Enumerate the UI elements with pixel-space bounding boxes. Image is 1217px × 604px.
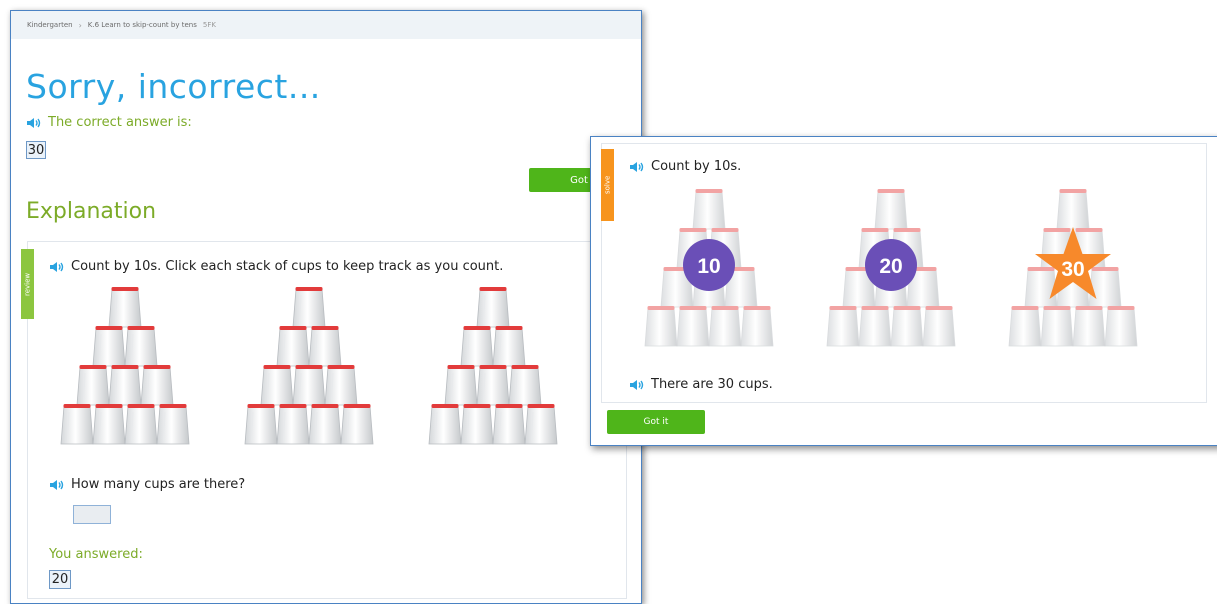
you-answered-label: You answered: (49, 547, 143, 562)
you-answered-value: 20 (49, 570, 71, 589)
count-badge-label: 10 (697, 255, 720, 278)
count-badge-label: 30 (1061, 258, 1084, 281)
counted-stack-3: 30 (1007, 189, 1139, 349)
review-cup-stacks (59, 287, 559, 447)
speaker-icon[interactable] (49, 261, 65, 273)
count-badge-2: 20 (865, 239, 917, 291)
correct-answer-value: 30 (26, 141, 46, 159)
solve-instruction-text: Count by 10s. (651, 159, 742, 174)
cup-stack-icon[interactable] (243, 287, 375, 447)
speaker-icon[interactable] (629, 379, 645, 391)
count-badge-label: 20 (879, 255, 902, 278)
review-instruction-text: Count by 10s. Click each stack of cups t… (71, 259, 504, 274)
correct-answer-line: The correct answer is: (26, 115, 192, 130)
cup-stack-icon[interactable] (427, 287, 559, 447)
count-badge-1: 10 (683, 239, 735, 291)
question-line: How many cups are there? (49, 477, 245, 492)
solve-tag: solve (601, 149, 614, 221)
conclusion-text: There are 30 cups. (651, 377, 773, 392)
skill-code: 5FK (202, 21, 216, 29)
explanation-heading: Explanation (26, 199, 157, 224)
counted-stack-2: 20 (825, 189, 957, 349)
review-tag: review (21, 249, 34, 319)
answer-input[interactable] (73, 505, 111, 524)
question-text: How many cups are there? (71, 477, 246, 492)
result-heading: Sorry, incorrect... (26, 67, 321, 106)
correct-answer-prompt: The correct answer is: (48, 115, 192, 130)
speaker-icon[interactable] (629, 161, 645, 173)
count-badge-3: 30 (1035, 227, 1111, 299)
breadcrumb-grade[interactable]: Kindergarten (27, 21, 73, 29)
review-instruction-line: Count by 10s. Click each stack of cups t… (49, 259, 503, 274)
speaker-icon[interactable] (49, 479, 65, 491)
breadcrumb: Kindergarten › K.6 Learn to skip-count b… (11, 11, 641, 39)
cup-stack-icon[interactable] (59, 287, 191, 447)
speaker-icon[interactable] (26, 117, 42, 129)
solve-cup-stacks: 10 20 30 (643, 189, 1139, 349)
breadcrumb-skill[interactable]: K.6 Learn to skip-count by tens (88, 21, 197, 29)
solve-instruction-line: Count by 10s. (629, 159, 741, 174)
got-it-button[interactable]: Got it (607, 410, 705, 434)
counted-stack-1: 10 (643, 189, 775, 349)
explanation-window: Kindergarten › K.6 Learn to skip-count b… (10, 10, 642, 604)
solve-window: solve Count by 10s. 10 20 30 There are 3… (590, 136, 1217, 446)
conclusion-line: There are 30 cups. (629, 377, 773, 392)
breadcrumb-separator-icon: › (78, 20, 82, 30)
